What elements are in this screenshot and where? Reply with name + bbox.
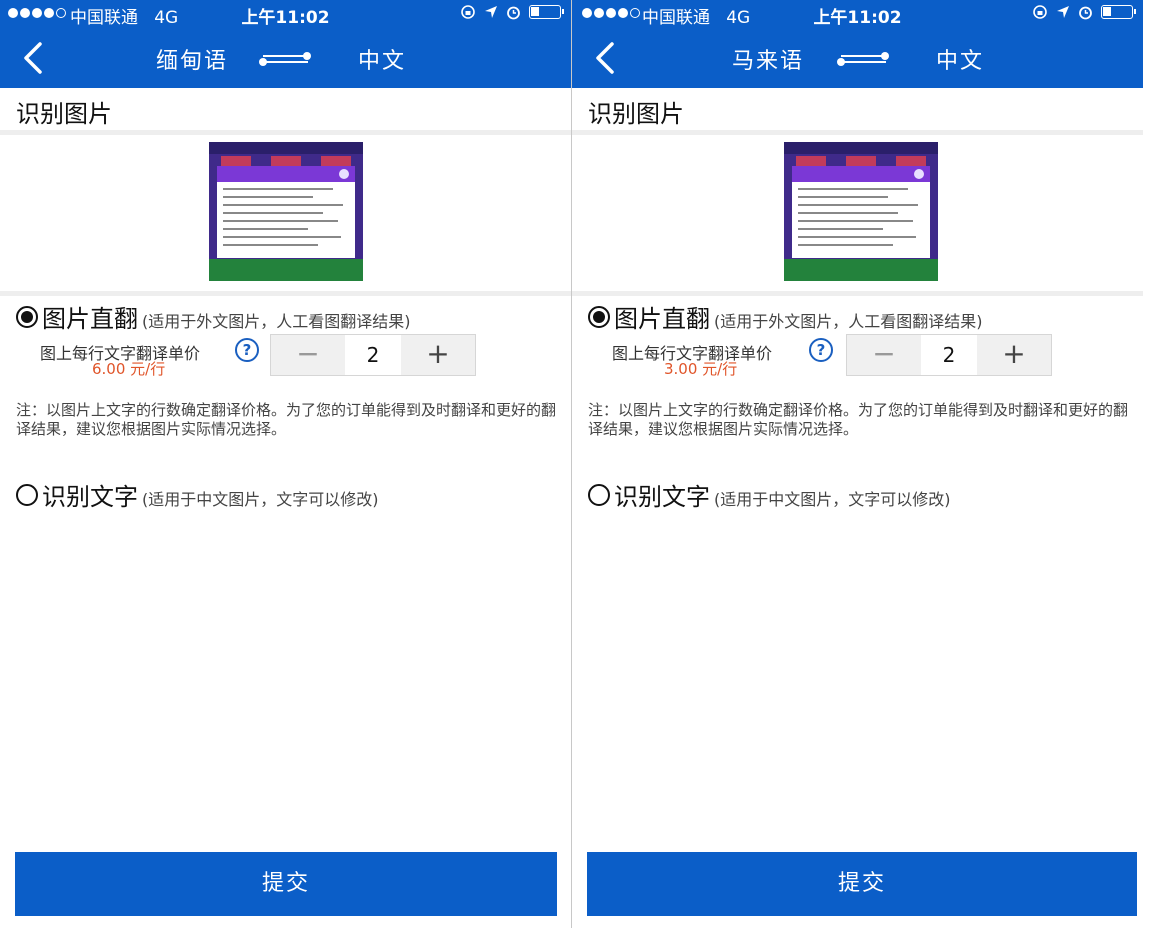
increment-button[interactable]: + [401,335,475,375]
radio-unselected-icon[interactable] [588,483,610,506]
line-count-stepper: − 2 + [270,334,476,376]
radio-selected-icon[interactable] [16,305,38,328]
status-bar: 中国联通 4G 上午11:02 [0,0,571,28]
price-value: 3.00 元/行 [664,360,738,378]
divider [0,130,571,135]
option-direct-translate[interactable]: 图片直翻 (适用于外文图片，人工看图翻译结果) [16,299,411,334]
divider [0,291,571,296]
target-language-button[interactable]: 中文 [358,43,406,75]
nav-bar: 马来语 中文 [572,28,1143,88]
divider [572,291,1143,296]
line-count-value[interactable]: 2 [921,335,977,375]
section-title: 识别图片 [588,100,684,128]
back-arrow-icon[interactable] [16,38,56,78]
option-recognize-text[interactable]: 识别文字 (适用于中文图片，文字可以修改) [588,477,951,512]
swap-languages-icon[interactable] [836,52,890,66]
section-title: 识别图片 [16,100,112,128]
divider [572,130,1143,135]
swap-languages-icon[interactable] [258,52,312,66]
rotation-lock-icon [1033,5,1047,19]
nav-bar: 缅甸语 中文 [0,28,571,88]
screenshot-pair: 中国联通 4G 上午11:02 缅甸语 中文 识别图片 图片直翻 (适用于外文图… [0,0,1152,928]
status-icons [1032,4,1136,20]
increment-button[interactable]: + [977,335,1051,375]
uploaded-image-thumbnail[interactable] [209,142,363,281]
submit-button[interactable]: 提交 [15,852,557,916]
line-count-value[interactable]: 2 [345,335,401,375]
option-direct-translate[interactable]: 图片直翻 (适用于外文图片，人工看图翻译结果) [588,299,983,334]
status-bar: 中国联通 4G 上午11:02 [572,0,1143,28]
status-icons [460,4,564,20]
help-icon[interactable]: ? [809,338,833,362]
alarm-icon [1079,6,1092,19]
battery-icon [529,5,564,19]
battery-icon [1101,5,1136,19]
pricing-note: 注：以图片上文字的行数确定翻译价格。为了您的订单能得到及时翻译和更好的翻译结果，… [16,401,557,438]
alarm-icon [507,6,520,19]
back-arrow-icon[interactable] [588,38,628,78]
location-icon [1057,6,1069,18]
line-count-stepper: − 2 + [846,334,1052,376]
phone-screen-right: 中国联通 4G 上午11:02 马来语 中文 识别图片 图片直翻 (适用于外文图… [572,0,1143,928]
radio-unselected-icon[interactable] [16,483,38,506]
radio-selected-icon[interactable] [588,305,610,328]
pricing-note: 注：以图片上文字的行数确定翻译价格。为了您的订单能得到及时翻译和更好的翻译结果，… [588,401,1129,438]
price-value: 6.00 元/行 [92,360,166,378]
phone-screen-left: 中国联通 4G 上午11:02 缅甸语 中文 识别图片 图片直翻 (适用于外文图… [0,0,571,928]
location-icon [485,6,497,18]
uploaded-image-thumbnail[interactable] [784,142,938,281]
help-icon[interactable]: ? [235,338,259,362]
submit-button[interactable]: 提交 [587,852,1137,916]
target-language-button[interactable]: 中文 [936,43,984,75]
decrement-button[interactable]: − [271,335,345,375]
source-language-button[interactable]: 缅甸语 [156,43,228,75]
source-language-button[interactable]: 马来语 [732,43,804,75]
option-recognize-text[interactable]: 识别文字 (适用于中文图片，文字可以修改) [16,477,379,512]
decrement-button[interactable]: − [847,335,921,375]
rotation-lock-icon [461,5,475,19]
